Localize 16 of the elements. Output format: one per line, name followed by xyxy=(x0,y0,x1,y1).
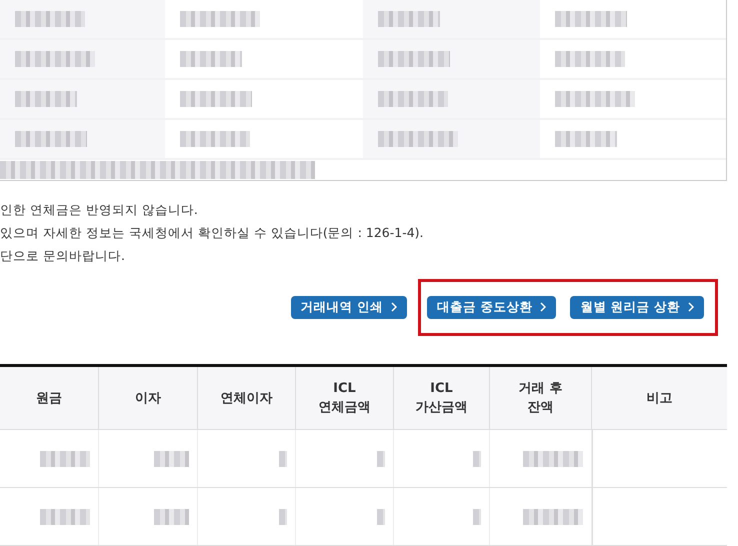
notice-text: 있으며 자세한 정보는 국세청에서 확인하실 수 있습니다(문의 : 126-1-4). xyxy=(0,224,425,241)
column-header: ICL 가산금액 xyxy=(394,367,490,429)
column-header: 원금 xyxy=(0,367,99,429)
chevron-right-icon xyxy=(390,302,397,312)
column-header: 연체이자 xyxy=(198,367,296,429)
chevron-right-icon xyxy=(688,302,694,312)
column-header: 이자 xyxy=(99,367,198,429)
column-header: ICL 연체금액 xyxy=(296,367,394,429)
action-button[interactable]: 거래내역 인쇄 xyxy=(290,296,407,318)
column-header: 거래 후 잔액 xyxy=(490,367,592,429)
notice-text: 인한 연체금은 반영되지 않습니다. xyxy=(0,201,199,218)
notice-text: 단으로 문의바랍니다. xyxy=(0,247,126,264)
action-button[interactable]: 대출금 중도상환 xyxy=(426,296,556,318)
action-button[interactable]: 월별 원리금 상환 xyxy=(570,296,704,318)
chevron-right-icon xyxy=(540,302,546,312)
column-header: 비고 xyxy=(592,367,727,429)
